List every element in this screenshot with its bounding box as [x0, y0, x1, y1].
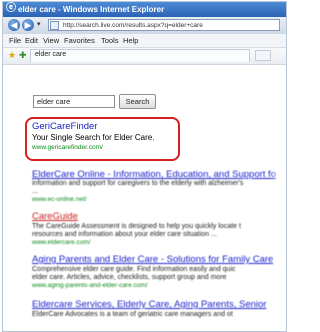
browser-window: ⓔ elder care - Windows Internet Explorer… — [2, 1, 287, 332]
result-description: The CareGuide Assessment is designed to … — [32, 223, 241, 230]
result-url[interactable]: www.aging-parents-and-elder-care.com/ — [32, 282, 148, 290]
internet-explorer-icon: ⓔ — [6, 3, 16, 14]
window-title: elder care - Windows Internet Explorer — [18, 5, 165, 14]
result-title-link[interactable]: Aging Parents and Elder Care - Solutions… — [32, 254, 273, 265]
result-url[interactable]: www.gericarefinder.com/ — [32, 144, 103, 152]
edge-fade — [270, 65, 286, 331]
result-url[interactable]: www.ec-online.net/ — [32, 196, 87, 204]
result-url[interactable]: www.eldercare.com/ — [32, 239, 91, 247]
tab-label: elder care — [35, 51, 67, 58]
menu-tools[interactable]: Tools — [101, 34, 119, 47]
result-description: ... — [32, 188, 38, 195]
result-title-link[interactable]: CareGuide — [32, 211, 78, 222]
result-description: resources and information about your eld… — [32, 231, 217, 238]
result-description: Your Single Search for Elder Care. — [32, 133, 155, 142]
forward-arrow-icon[interactable]: ▶ — [22, 19, 34, 31]
chevron-down-icon[interactable]: ▾ — [37, 20, 41, 28]
url-input[interactable]: http://search.live.com/results.aspx?q=el… — [48, 19, 280, 31]
menu-edit[interactable]: Edit — [25, 34, 38, 47]
result-title-link[interactable]: ElderCare Online - Information, Educatio… — [32, 169, 276, 180]
menu-help[interactable]: Help — [123, 34, 138, 47]
result-description: elder care. Articles, advice, checklists… — [32, 274, 227, 281]
back-arrow-icon[interactable]: ◀ — [8, 19, 20, 31]
result-description: information and support for caregivers t… — [32, 180, 244, 187]
menu-file[interactable]: File — [9, 34, 21, 47]
favorites-star-icon[interactable]: ★ — [8, 50, 16, 61]
result-title-link[interactable]: GeriCareFinder — [32, 121, 97, 132]
new-tab-button[interactable] — [255, 50, 271, 61]
search-input[interactable]: elder care — [33, 95, 115, 108]
menu-bar: File Edit View Favorites Tools Help — [3, 34, 286, 48]
search-results-page: elder care Search GeriCareFinder Your Si… — [3, 65, 286, 331]
search-button[interactable]: Search — [119, 94, 156, 109]
favorites-bar: ★ ✚ elder care — [3, 48, 286, 65]
page-icon — [50, 21, 59, 30]
title-bar: ⓔ elder care - Windows Internet Explorer — [3, 2, 286, 17]
result-title-link[interactable]: Eldercare Services, Elderly Care, Aging … — [32, 299, 266, 310]
menu-favorites[interactable]: Favorites — [64, 34, 95, 47]
add-favorites-icon[interactable]: ✚ — [19, 50, 27, 61]
result-description: Comprehensive elder care guide. Find inf… — [32, 266, 236, 273]
address-bar: ◀ ▶ ▾ http://search.live.com/results.asp… — [3, 17, 286, 34]
result-description: ElderCare Advocates is a team of geriatr… — [32, 311, 233, 318]
menu-view[interactable]: View — [43, 34, 59, 47]
